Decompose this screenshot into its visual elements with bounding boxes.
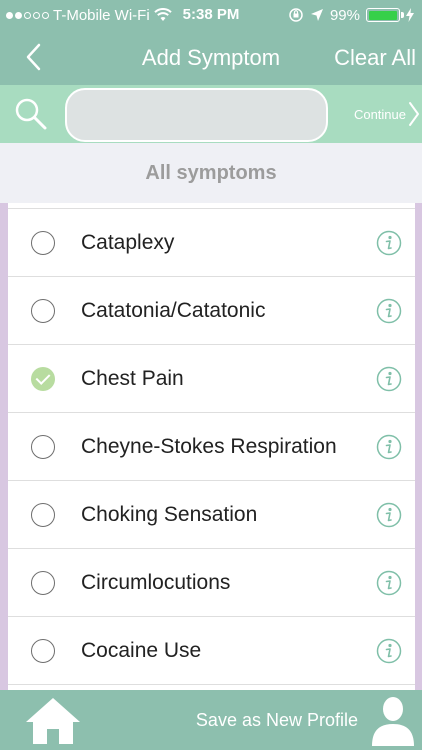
battery-percent: 99% — [329, 6, 360, 24]
status-left: T-Mobile Wi-Fi — [6, 0, 172, 30]
info-icon[interactable] — [376, 366, 402, 392]
orientation-lock-icon — [289, 8, 303, 22]
radio-button[interactable] — [31, 571, 55, 595]
signal-dot — [15, 11, 22, 19]
symptom-label: Cheyne-Stokes Respiration — [81, 435, 337, 458]
location-arrow-icon — [310, 9, 323, 21]
symptom-list[interactable]: Cataplexy Catatonia/Catatonic Chest Pain Ch… — [0, 203, 422, 690]
signal-strength — [6, 11, 49, 19]
signal-dot — [42, 11, 49, 19]
info-icon[interactable] — [376, 434, 402, 460]
symptom-label: Cocaine Use — [81, 639, 202, 662]
info-icon[interactable] — [376, 298, 402, 324]
chevron-left-icon — [26, 43, 41, 71]
symptom-row[interactable]: Chest Pain — [8, 345, 415, 413]
save-as-new-profile-button[interactable]: Save as New Profile — [196, 690, 422, 750]
home-icon[interactable] — [24, 696, 82, 746]
radio-button[interactable] — [31, 503, 55, 527]
radio-button[interactable] — [31, 231, 55, 255]
symptom-row[interactable]: Circumlocutions — [8, 549, 415, 617]
charging-bolt-icon — [406, 8, 414, 22]
wifi-icon — [153, 8, 172, 21]
info-icon[interactable] — [376, 570, 402, 596]
status-bar: T-Mobile Wi-Fi 5:38 PM 99% — [0, 0, 422, 30]
signal-dot — [24, 11, 31, 19]
info-icon[interactable] — [376, 230, 402, 256]
signal-dot — [6, 11, 13, 19]
symptom-row[interactable]: Cataplexy — [8, 209, 415, 277]
nav-bar: Add Symptom Clear All — [0, 30, 422, 85]
info-icon[interactable] — [376, 638, 402, 664]
symptom-label: Chest Pain — [81, 367, 184, 390]
radio-button[interactable] — [31, 639, 55, 663]
back-button[interactable] — [18, 40, 48, 74]
symptom-row[interactable]: Cheyne-Stokes Respiration — [8, 413, 415, 481]
symptom-label: Cataplexy — [81, 231, 175, 254]
radio-button[interactable] — [31, 299, 55, 323]
search-bar: Continue — [0, 85, 422, 143]
symptom-row[interactable]: Cocaine Use — [8, 617, 415, 685]
symptom-label: Catatonia/Catatonic — [81, 299, 266, 322]
symptom-list-inner: Cataplexy Catatonia/Catatonic Chest Pain Ch… — [8, 203, 415, 690]
symptom-label: Choking Sensation — [81, 503, 258, 526]
continue-label: Continue — [353, 106, 406, 122]
search-input[interactable] — [65, 88, 328, 142]
battery-icon — [366, 8, 404, 22]
clear-all-button[interactable]: Clear All — [334, 30, 416, 85]
symptom-row[interactable]: Catatonia/Catatonic — [8, 277, 415, 345]
search-icon[interactable] — [14, 97, 48, 131]
status-right: 99% — [288, 0, 414, 30]
signal-dot — [33, 11, 40, 19]
chevron-right-icon — [409, 102, 419, 126]
checked-radio[interactable] — [31, 367, 55, 391]
section-header: All symptoms — [0, 143, 422, 203]
symptom-row[interactable]: Choking Sensation — [8, 481, 415, 549]
save-label: Save as New Profile — [195, 709, 358, 730]
info-icon[interactable] — [376, 502, 402, 528]
symptom-label: Circumlocutions — [81, 571, 231, 594]
carrier-name: T-Mobile Wi-Fi — [53, 6, 150, 24]
user-profile-icon — [372, 697, 414, 746]
continue-button[interactable]: Continue — [354, 85, 420, 143]
tab-bar: Save as New Profile — [0, 690, 422, 750]
radio-button[interactable] — [31, 435, 55, 459]
